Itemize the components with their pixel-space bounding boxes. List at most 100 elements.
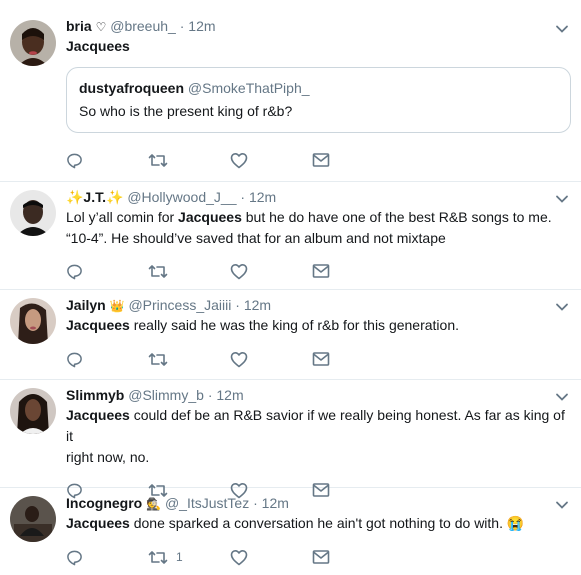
chevron-down-icon[interactable]	[555, 498, 569, 512]
username[interactable]: @Princess_Jaiiii	[128, 297, 231, 313]
quoted-tweet[interactable]: dustyafroqueen @SmokeThatPiph_ So who is…	[66, 67, 571, 133]
username[interactable]: @_ItsJustTez	[165, 495, 249, 511]
retweet-icon	[148, 352, 168, 366]
retweet-icon	[148, 264, 168, 278]
chevron-down-icon[interactable]	[555, 22, 569, 36]
tweet-header: Incognegro 🕵 @_ItsJustTez · 12m	[66, 493, 567, 513]
tweet[interactable]: bria ♡ @breeuh_ · 12m Jacquees dustyafro…	[0, 0, 581, 182]
tweet-header: Jailyn 👑 @Princess_Jaiiii · 12m	[66, 295, 567, 315]
tweet-text: Jacquees	[66, 36, 567, 57]
like-button[interactable]	[230, 152, 312, 169]
like-icon	[230, 549, 248, 565]
tweet-text-segment: really said he was the king of r&b for t…	[129, 317, 460, 333]
display-name[interactable]: ✨J.T.✨	[66, 189, 123, 205]
reply-button[interactable]	[66, 549, 148, 566]
avatar[interactable]	[10, 20, 56, 66]
retweet-button[interactable]	[148, 351, 230, 368]
timeline: bria ♡ @breeuh_ · 12m Jacquees dustyafro…	[0, 0, 581, 575]
timestamp[interactable]: 12m	[244, 297, 271, 313]
username[interactable]: @breeuh_	[110, 18, 176, 34]
timestamp[interactable]: 12m	[262, 495, 289, 511]
separator: ·	[207, 387, 213, 403]
retweet-count: 1	[176, 550, 183, 564]
direct-message-icon	[312, 352, 330, 366]
heart-badge-icon: ♡	[95, 20, 107, 34]
retweet-button[interactable]	[148, 152, 230, 169]
retweet-button[interactable]	[148, 263, 230, 280]
chevron-down-icon[interactable]	[555, 390, 569, 404]
separator: ·	[240, 189, 246, 205]
mention-link[interactable]: Jacquees	[66, 515, 130, 531]
avatar[interactable]	[10, 496, 56, 542]
reply-button[interactable]	[66, 263, 148, 280]
crown-badge-icon: 👑	[109, 299, 125, 313]
direct-message-button[interactable]	[312, 351, 394, 367]
display-name[interactable]: bria	[66, 18, 92, 34]
username[interactable]: @Slimmy_b	[128, 387, 204, 403]
tweet[interactable]: Jailyn 👑 @Princess_Jaiiii · 12m Jacquees…	[0, 290, 581, 380]
tweet-actions	[66, 344, 567, 374]
mention-link[interactable]: Jacquees	[66, 38, 130, 54]
reply-button[interactable]	[66, 152, 148, 169]
direct-message-icon	[312, 264, 330, 278]
tweet-text-segment: but he do have one of the best R&B songs…	[241, 209, 552, 225]
retweet-icon	[148, 153, 168, 167]
tweet-text: Jacquees really said he was the king of …	[66, 315, 567, 336]
avatar[interactable]	[10, 190, 56, 236]
mention-link[interactable]: Jacquees	[66, 317, 130, 333]
quoted-username: @SmokeThatPiph_	[187, 80, 310, 96]
tweet-text-segment: could def be an R&B savior if we really …	[66, 407, 565, 444]
tweet[interactable]: ✨J.T.✨ @Hollywood_J__ · 12m Lol y’all co…	[0, 182, 581, 290]
tweet[interactable]: Incognegro 🕵 @_ItsJustTez · 12m Jacquees…	[0, 488, 581, 575]
reply-icon	[67, 153, 82, 168]
tweet-header: ✨J.T.✨ @Hollywood_J__ · 12m	[66, 187, 567, 207]
tweet-actions: 1	[66, 542, 567, 572]
separator: ·	[179, 18, 185, 34]
display-name[interactable]: Slimmyb	[66, 387, 124, 403]
mention-link[interactable]: Jacquees	[178, 209, 242, 225]
like-icon	[230, 152, 248, 168]
like-button[interactable]	[230, 549, 312, 566]
separator: ·	[253, 495, 258, 511]
direct-message-button[interactable]	[312, 549, 394, 565]
like-icon	[230, 351, 248, 367]
tweet-text: Jacquees could def be an R&B savior if w…	[66, 405, 567, 468]
tweet-text-segment: done sparked a conversation he ain't got…	[129, 515, 525, 531]
timestamp[interactable]: 12m	[188, 18, 215, 34]
retweet-button[interactable]: 1	[148, 549, 230, 566]
tweet[interactable]: Slimmyb @Slimmy_b · 12m Jacquees could d…	[0, 380, 581, 498]
display-name[interactable]: Jailyn	[66, 297, 106, 313]
reply-icon	[67, 550, 82, 565]
tweet-text: Jacquees done sparked a conversation he …	[66, 513, 567, 534]
direct-message-button[interactable]	[312, 263, 394, 279]
display-name[interactable]: Incognegro	[66, 495, 142, 511]
timestamp[interactable]: 12m	[249, 189, 276, 205]
tweet-text-segment: Lol y’all comin for	[66, 209, 179, 225]
chevron-down-icon[interactable]	[555, 192, 569, 206]
avatar[interactable]	[10, 298, 56, 344]
reply-icon	[67, 352, 82, 367]
direct-message-icon	[312, 550, 330, 564]
tweet-header: bria ♡ @breeuh_ · 12m	[66, 16, 567, 36]
reply-button[interactable]	[66, 351, 148, 368]
tweet-actions	[66, 145, 567, 175]
direct-message-icon	[312, 153, 330, 167]
retweet-icon	[148, 550, 168, 564]
tweet-text: Lol y’all comin for Jacquees but he do h…	[66, 207, 567, 249]
username[interactable]: @Hollywood_J__	[127, 189, 236, 205]
direct-message-button[interactable]	[312, 152, 394, 168]
like-button[interactable]	[230, 351, 312, 368]
quoted-display-name: dustyafroqueen	[79, 80, 185, 96]
mention-link[interactable]: Jacquees	[66, 407, 130, 423]
tweet-header: Slimmyb @Slimmy_b · 12m	[66, 385, 567, 405]
chevron-down-icon[interactable]	[555, 300, 569, 314]
separator: ·	[235, 297, 240, 313]
quoted-text: So who is the present king of r&b?	[79, 103, 293, 119]
tweet-text-segment: “10-4”. He should’ve saved that for an a…	[66, 230, 446, 246]
tweet-actions	[66, 256, 567, 286]
like-button[interactable]	[230, 263, 312, 280]
avatar[interactable]	[10, 388, 56, 434]
detective-badge-icon: 🕵	[146, 497, 162, 511]
timestamp[interactable]: 12m	[216, 387, 243, 403]
like-icon	[230, 263, 248, 279]
